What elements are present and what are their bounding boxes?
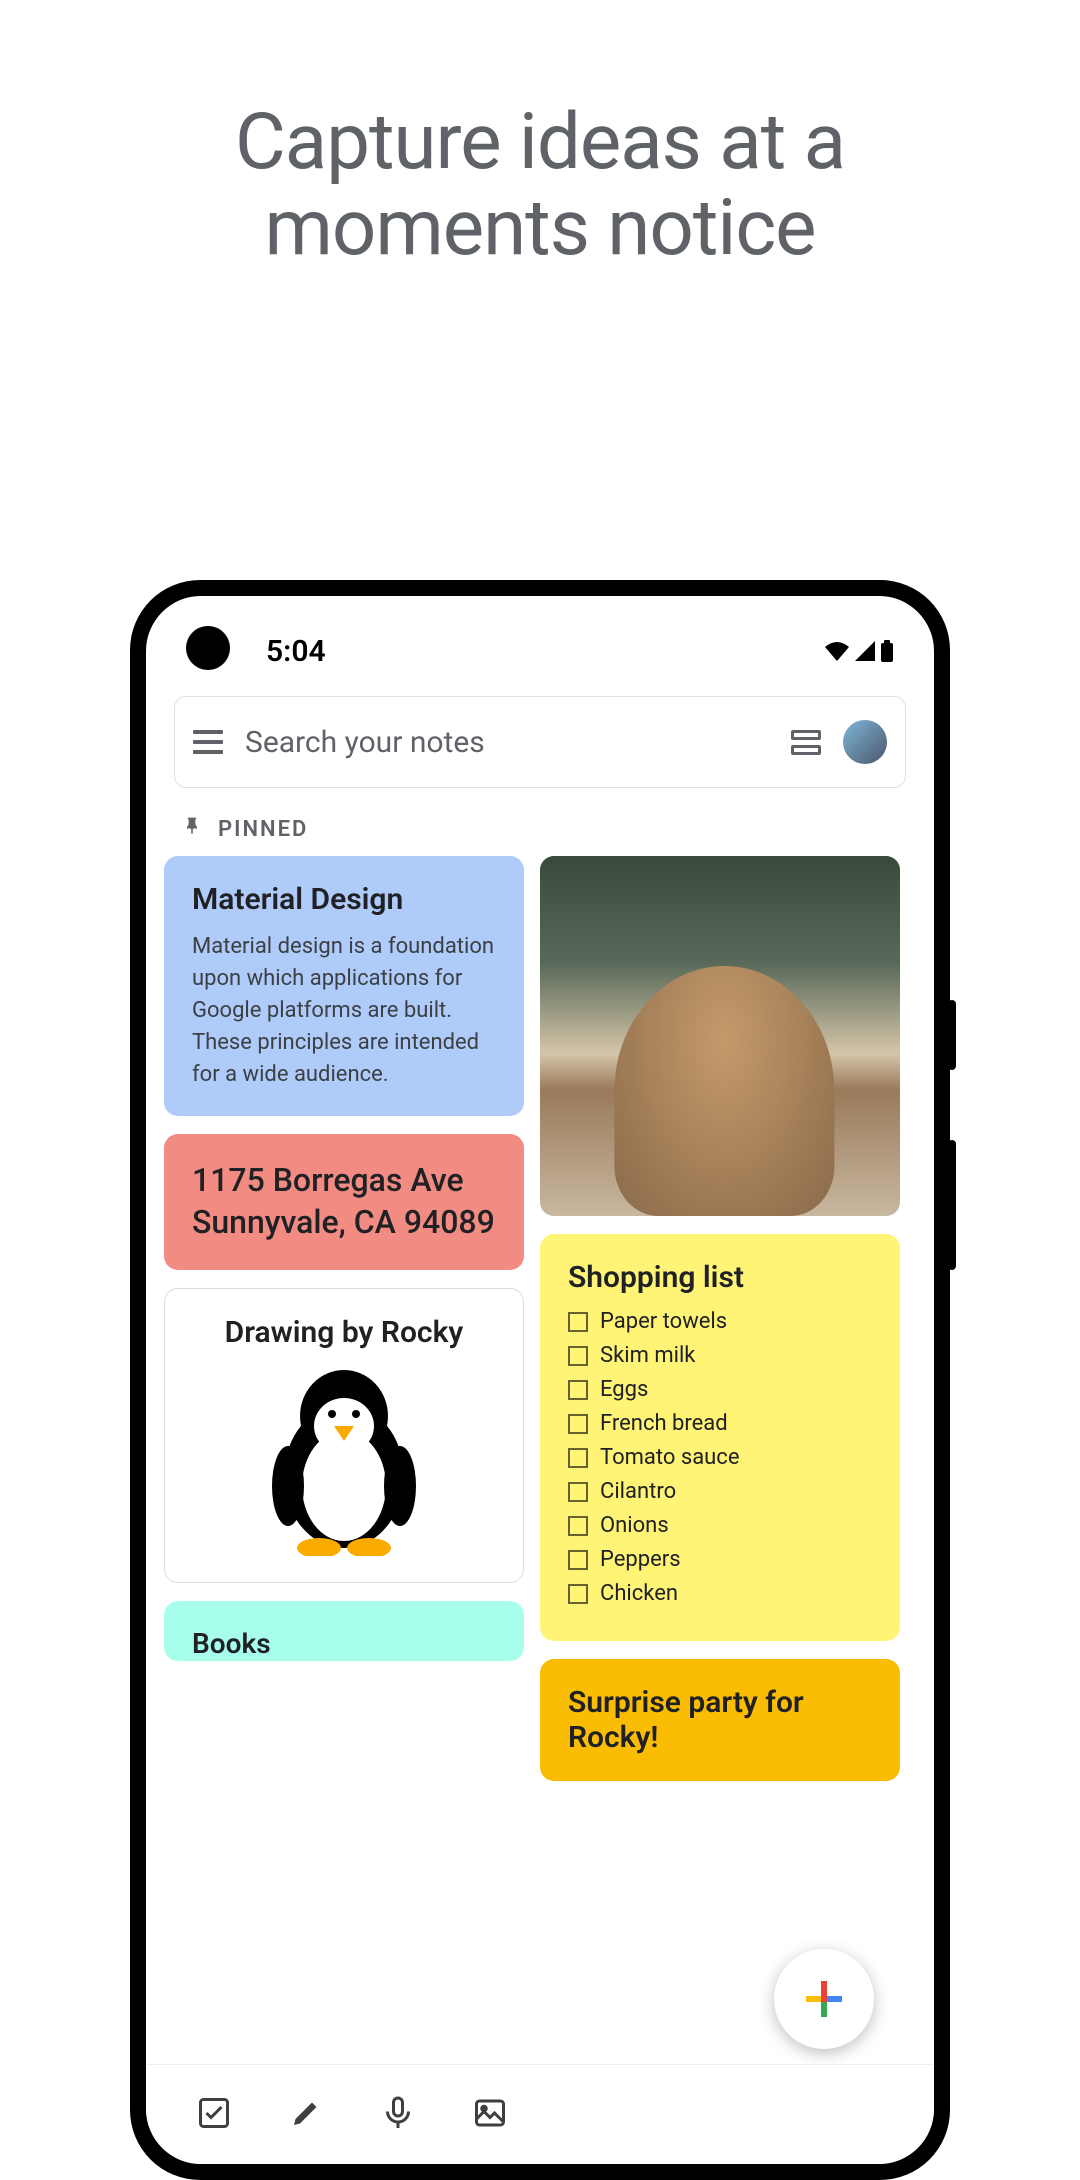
checklist-item[interactable]: Onions bbox=[568, 1513, 872, 1538]
checkbox-icon[interactable] bbox=[568, 1584, 588, 1604]
new-image-button[interactable] bbox=[472, 2095, 508, 2135]
pinned-label: PINNED bbox=[218, 817, 308, 842]
note-title: Shopping list bbox=[568, 1260, 872, 1295]
checkbox-icon[interactable] bbox=[568, 1448, 588, 1468]
note-title: Material Design bbox=[192, 882, 496, 917]
note-card-material[interactable]: Material Design Material design is a fou… bbox=[164, 856, 524, 1116]
phone-side-button bbox=[948, 1000, 956, 1070]
plus-icon bbox=[802, 1977, 846, 2021]
layout-toggle-icon[interactable] bbox=[791, 730, 821, 755]
search-bar[interactable]: Search your notes bbox=[174, 696, 906, 788]
profile-avatar[interactable] bbox=[843, 720, 887, 764]
checkbox-icon[interactable] bbox=[568, 1380, 588, 1400]
battery-icon bbox=[880, 640, 894, 662]
checklist-item[interactable]: Cilantro bbox=[568, 1479, 872, 1504]
checklist-item[interactable]: Tomato sauce bbox=[568, 1445, 872, 1470]
pinned-section-header: PINNED bbox=[146, 788, 934, 856]
checkbox-icon[interactable] bbox=[568, 1516, 588, 1536]
phone-side-button bbox=[948, 1140, 956, 1270]
new-drawing-button[interactable] bbox=[288, 2095, 324, 2135]
search-input[interactable]: Search your notes bbox=[245, 725, 769, 760]
penguin-drawing-icon bbox=[254, 1366, 434, 1556]
dog-photo bbox=[540, 856, 900, 1216]
checkbox-icon[interactable] bbox=[568, 1550, 588, 1570]
menu-icon[interactable] bbox=[193, 730, 223, 754]
note-card-drawing[interactable]: Drawing by Rocky bbox=[164, 1288, 524, 1583]
status-time: 5:04 bbox=[266, 634, 326, 669]
wifi-icon bbox=[824, 641, 850, 661]
checkbox-icon[interactable] bbox=[568, 1312, 588, 1332]
checklist-item[interactable]: Eggs bbox=[568, 1377, 872, 1402]
checkbox-icon[interactable] bbox=[568, 1414, 588, 1434]
new-list-button[interactable] bbox=[196, 2095, 232, 2135]
status-icons bbox=[824, 640, 894, 662]
checklist-item[interactable]: Chicken bbox=[568, 1581, 872, 1606]
note-body: Material design is a foundation upon whi… bbox=[192, 931, 496, 1090]
status-bar: 5:04 bbox=[146, 596, 934, 676]
note-title: Surprise party for Rocky! bbox=[568, 1685, 872, 1755]
bottom-toolbar bbox=[146, 2064, 934, 2164]
checklist-item[interactable]: French bread bbox=[568, 1411, 872, 1436]
hero-title: Capture ideas at a moments notice bbox=[0, 100, 1080, 272]
note-title: Drawing by Rocky bbox=[193, 1315, 495, 1350]
checkbox-icon[interactable] bbox=[568, 1346, 588, 1366]
signal-icon bbox=[854, 641, 876, 661]
notes-grid: Material Design Material design is a fou… bbox=[146, 856, 934, 1916]
note-card-photo[interactable] bbox=[540, 856, 900, 1216]
checklist-item[interactable]: Skim milk bbox=[568, 1343, 872, 1368]
new-note-fab[interactable] bbox=[774, 1949, 874, 2049]
camera-hole bbox=[186, 626, 230, 670]
checklist-item[interactable]: Paper towels bbox=[568, 1309, 872, 1334]
phone-frame: 5:04 Search your notes PINNED Material D… bbox=[130, 580, 950, 2180]
note-body: 1175 Borregas Ave Sunnyvale, CA 94089 bbox=[192, 1160, 496, 1243]
pin-icon bbox=[182, 816, 202, 842]
note-card-address[interactable]: 1175 Borregas Ave Sunnyvale, CA 94089 bbox=[164, 1134, 524, 1269]
checkbox-icon[interactable] bbox=[568, 1482, 588, 1502]
note-card-party[interactable]: Surprise party for Rocky! bbox=[540, 1659, 900, 1781]
note-card-shopping[interactable]: Shopping list Paper towels Skim milk Egg… bbox=[540, 1234, 900, 1641]
note-card-books[interactable]: Books bbox=[164, 1601, 524, 1661]
checklist-item[interactable]: Peppers bbox=[568, 1547, 872, 1572]
note-title: Books bbox=[192, 1627, 496, 1660]
new-audio-button[interactable] bbox=[380, 2095, 416, 2135]
